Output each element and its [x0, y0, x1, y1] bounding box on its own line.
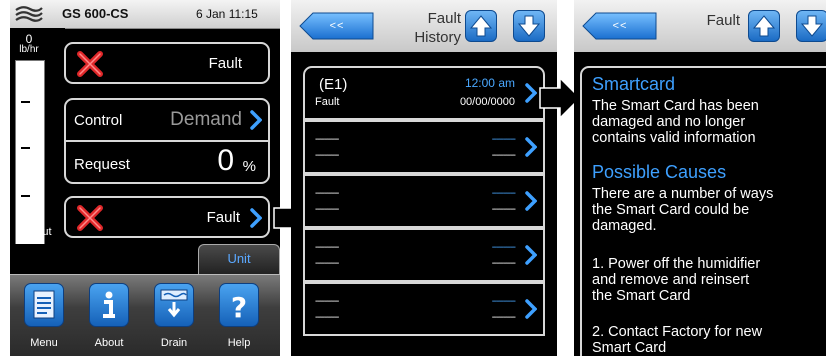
- meter-tick: [21, 101, 30, 103]
- fault-heading: Smartcard: [592, 74, 676, 94]
- meter-label: Output: [18, 226, 52, 238]
- chevron-right-icon: [250, 208, 262, 228]
- chevron-right-icon: [525, 245, 537, 265]
- chevron-right-icon: [525, 137, 537, 157]
- fault-detail-panel: Smartcard The Smart Card has been damage…: [580, 66, 826, 356]
- fault-status-card: Fault: [64, 42, 270, 84]
- meter-tick: [21, 147, 30, 149]
- arrow-up-icon: [469, 15, 493, 37]
- dock-label-drain: Drain: [160, 337, 188, 349]
- arrow-down-icon: [517, 15, 541, 37]
- control-value: Demand: [170, 109, 242, 130]
- row-placeholder: ----------: [491, 204, 516, 215]
- fault-row[interactable]: ---------- ---------- ---------- -------…: [303, 282, 545, 336]
- row-placeholder: ----------: [315, 204, 339, 215]
- fault-time: 12:00 am: [464, 76, 515, 90]
- fault-row[interactable]: (E1) Fault 12:00 am 00/00/0000: [303, 66, 545, 120]
- row-placeholder: ----------: [315, 296, 339, 307]
- fault-button[interactable]: Fault: [64, 196, 270, 238]
- menu-button[interactable]: [24, 283, 64, 327]
- back-button[interactable]: <<: [299, 12, 375, 40]
- causes-heading: Possible Causes: [592, 162, 727, 182]
- fault-history-screen: << Fault History (E1) Fault 12:00 am 00/…: [291, 0, 557, 356]
- dock-label-about: About: [94, 337, 124, 349]
- back-label: <<: [329, 20, 345, 32]
- brand-logo: [15, 6, 43, 22]
- row-placeholder: ----------: [315, 134, 339, 145]
- request-value: 0: [217, 144, 234, 177]
- chevron-right-icon: [525, 191, 537, 211]
- control-row[interactable]: Control Demand: [66, 100, 268, 142]
- top-bar: << Fault History: [291, 0, 557, 52]
- causes-description: There are a number of ways the Smart Car…: [592, 186, 774, 234]
- fault-x-icon: [77, 205, 103, 231]
- fault-row[interactable]: ---------- ---------- ---------- -------…: [303, 120, 545, 174]
- fault-history-list: (E1) Fault 12:00 am 00/00/0000 ---------…: [303, 66, 545, 356]
- row-placeholder: ----------: [491, 188, 516, 199]
- home-screen: GS 600-CS 6 Jan 11:15 0 lb/hr Output Fau…: [10, 0, 280, 356]
- page-title-line2: History: [414, 29, 461, 46]
- dock-label-help: Help: [227, 337, 251, 349]
- scroll-down-button[interactable]: [796, 10, 826, 42]
- status-bar: GS 600-CS 6 Jan 11:15: [10, 0, 280, 29]
- info-icon: [103, 291, 115, 318]
- back-button[interactable]: <<: [582, 12, 658, 40]
- row-placeholder: ----------: [315, 150, 339, 161]
- scroll-up-button[interactable]: [748, 10, 780, 42]
- bottom-dock: ? Menu About Drain Help: [10, 274, 280, 356]
- about-button[interactable]: [89, 283, 129, 327]
- chevron-right-icon: [525, 83, 537, 103]
- scroll-down-button[interactable]: [513, 10, 545, 42]
- row-placeholder: ----------: [491, 296, 516, 307]
- drain-button[interactable]: [154, 283, 194, 327]
- date-time: 6 Jan 11:15: [196, 7, 258, 21]
- back-label: <<: [612, 20, 628, 32]
- fault-code: (E1): [319, 76, 348, 93]
- fault-row[interactable]: ---------- ---------- ---------- -------…: [303, 228, 545, 282]
- chevron-right-icon: [250, 110, 262, 130]
- row-placeholder: ----------: [491, 242, 516, 253]
- fault-type: Fault: [315, 96, 340, 108]
- page-title: Fault: [706, 12, 740, 29]
- request-unit: %: [242, 158, 256, 175]
- row-placeholder: ----------: [491, 258, 516, 269]
- fault-button-label: Fault: [206, 209, 240, 226]
- arrow-up-icon: [752, 15, 776, 37]
- row-placeholder: ----------: [491, 150, 516, 161]
- question-icon: ?: [231, 291, 247, 324]
- row-placeholder: ----------: [315, 242, 339, 253]
- remedy-step-2: 2. Contact Factory for new Smart Card: [592, 324, 763, 356]
- fault-description: The Smart Card has been damaged and no l…: [592, 98, 759, 146]
- row-placeholder: ----------: [315, 312, 339, 323]
- fault-date: 00/00/0000: [459, 96, 515, 108]
- tab-unit[interactable]: Unit: [198, 244, 280, 274]
- model-name: GS 600-CS: [62, 6, 129, 21]
- row-placeholder: ----------: [491, 312, 516, 323]
- dock-label-menu: Menu: [30, 337, 58, 349]
- fault-detail-screen: << Fault Smartcard The Smart Card has be…: [574, 0, 826, 356]
- row-placeholder: ----------: [315, 258, 339, 269]
- output-meter: 0 lb/hr Output: [10, 28, 65, 250]
- drain-icon: [160, 289, 188, 318]
- document-icon: [33, 290, 55, 319]
- arrow-down-icon: [800, 15, 824, 37]
- scroll-up-button[interactable]: [465, 10, 497, 42]
- row-placeholder: ----------: [315, 188, 339, 199]
- meter-tick: [21, 195, 30, 197]
- remedy-step-1: 1. Power off the humidifier and remove a…: [592, 256, 761, 304]
- meter-bar: [15, 60, 45, 250]
- meter-unit: lb/hr: [19, 44, 39, 55]
- top-bar: << Fault: [574, 0, 826, 52]
- control-label: Control: [74, 112, 123, 129]
- fault-row[interactable]: ---------- ---------- ---------- -------…: [303, 174, 545, 228]
- help-button[interactable]: ?: [219, 283, 259, 327]
- svg-text:?: ?: [231, 291, 247, 324]
- request-label: Request: [74, 156, 130, 173]
- control-request-card: Control Demand Request 0 %: [64, 98, 270, 184]
- row-placeholder: ----------: [491, 134, 516, 145]
- fault-status-label: Fault: [208, 55, 242, 72]
- fault-x-icon: [77, 51, 103, 77]
- page-title-line1: Fault: [427, 10, 461, 27]
- chevron-right-icon: [525, 299, 537, 319]
